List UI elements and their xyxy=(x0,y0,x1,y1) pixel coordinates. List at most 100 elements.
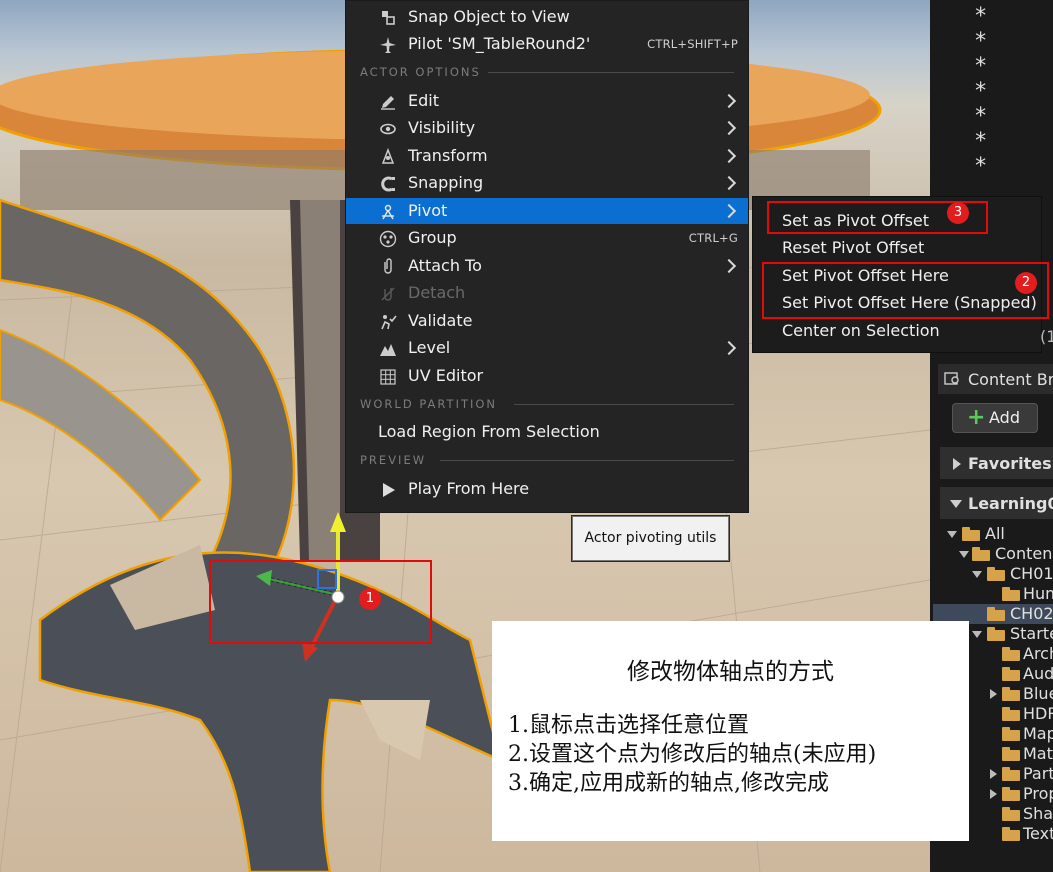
tooltip: Actor pivoting utils xyxy=(571,515,730,562)
dirty-marker: * xyxy=(974,79,988,104)
tree-item-label: Prop xyxy=(1023,784,1053,803)
tree-item[interactable]: Hum xyxy=(940,584,1053,604)
snap-icon xyxy=(382,11,395,25)
menu-item-label: Transform xyxy=(408,146,488,165)
menu-item-uv-editor[interactable]: UV Editor xyxy=(346,363,748,389)
tree-item-label: Sha xyxy=(1023,804,1053,823)
menu-item-play-from-here[interactable]: Play From Here xyxy=(346,476,748,502)
add-label: Add xyxy=(989,408,1020,427)
dirty-marker: * xyxy=(974,104,988,129)
tree-item-label: Aud xyxy=(1023,664,1053,683)
menu-item-visibility[interactable]: Visibility xyxy=(346,115,748,141)
tree-item-label: Text xyxy=(1023,824,1053,843)
favorites-label: Favorites xyxy=(968,454,1052,473)
project-section[interactable]: Learning00 xyxy=(940,487,1053,519)
menu-item-pilot[interactable]: Pilot 'SM_TableRound2' CTRL+SHIFT+P xyxy=(346,31,748,57)
folder-icon xyxy=(1002,707,1020,721)
dirty-marker: * xyxy=(974,29,988,54)
menu-item-label: Play From Here xyxy=(408,479,530,498)
attach-icon xyxy=(384,258,392,274)
tree-item-label: Part xyxy=(1023,764,1053,783)
shortcut-label: CTRL+G xyxy=(688,231,738,245)
folder-icon xyxy=(1002,667,1020,681)
tree-item[interactable]: Conten xyxy=(940,544,1053,564)
menu-item-snap-object-to-view[interactable]: Snap Object to View xyxy=(346,4,748,30)
add-button[interactable]: + Add xyxy=(952,403,1038,433)
tree-item-label: Starte xyxy=(1010,624,1053,643)
tree-item-label: Arch xyxy=(1023,644,1053,663)
favorites-section[interactable]: Favorites xyxy=(940,447,1053,479)
eye-icon xyxy=(380,123,396,135)
folder-icon xyxy=(972,547,990,561)
menu-item-label: Attach To xyxy=(408,256,482,275)
tree-item[interactable]: All xyxy=(940,524,1053,544)
chevron-down-icon xyxy=(947,531,957,538)
detach-icon xyxy=(381,287,395,301)
submenu-item-center-on-selection[interactable]: Center on Selection xyxy=(782,321,940,340)
content-browser-icon xyxy=(944,372,959,385)
chevron-right-icon xyxy=(990,769,997,779)
pencil-icon xyxy=(381,96,395,110)
menu-item-load-region[interactable]: Load Region From Selection xyxy=(346,419,748,445)
divider xyxy=(440,460,734,461)
chevron-right-icon xyxy=(721,175,737,191)
annotation-badge-1: 1 xyxy=(359,588,381,610)
menu-item-snapping[interactable]: Snapping xyxy=(346,170,748,196)
chevron-right-icon xyxy=(721,203,737,219)
content-browser-tab[interactable]: Content Br xyxy=(938,364,1053,394)
menu-item-label: Pilot 'SM_TableRound2' xyxy=(408,34,591,53)
uv-grid-icon xyxy=(380,369,396,385)
pilot-icon xyxy=(380,37,396,53)
folder-icon xyxy=(1002,787,1020,801)
menu-item-pivot[interactable]: Pivot xyxy=(346,198,748,224)
menu-item-attach-to[interactable]: Attach To xyxy=(346,253,748,279)
menu-item-edit[interactable]: Edit xyxy=(346,88,748,114)
menu-item-group[interactable]: Group CTRL+G xyxy=(346,225,748,251)
note-step: 1.鼠标点击选择任意位置 xyxy=(508,713,749,738)
folder-icon xyxy=(1002,647,1020,661)
tree-item-label: CH01 xyxy=(1010,564,1053,583)
section-header-actor-options: ACTOR OPTIONS xyxy=(360,65,481,79)
plus-icon: + xyxy=(967,405,986,430)
annotation-box-set-pivot-here xyxy=(762,262,1049,319)
folder-icon xyxy=(1002,767,1020,781)
chevron-right-icon xyxy=(953,458,961,470)
shortcut-label: CTRL+SHIFT+P xyxy=(647,37,738,51)
submenu-item-reset-pivot-offset[interactable]: Reset Pivot Offset xyxy=(782,238,924,257)
divider xyxy=(514,404,734,405)
chevron-down-icon xyxy=(950,500,962,508)
folder-icon xyxy=(1002,827,1020,841)
menu-item-label: UV Editor xyxy=(408,366,484,385)
tree-item-label: All xyxy=(985,524,1005,543)
menu-item-label: Validate xyxy=(408,311,473,330)
menu-item-label: Load Region From Selection xyxy=(378,422,600,441)
menu-item-label: Snapping xyxy=(408,173,484,192)
divider xyxy=(488,72,734,73)
folder-icon xyxy=(987,567,1005,581)
menu-item-validate[interactable]: Validate xyxy=(346,308,748,334)
menu-item-transform[interactable]: Transform xyxy=(346,143,748,169)
chevron-right-icon xyxy=(721,148,737,164)
dirty-marker: * xyxy=(974,129,988,154)
play-icon xyxy=(383,483,395,497)
folder-icon xyxy=(1002,687,1020,701)
menu-item-label: Group xyxy=(408,228,457,247)
folder-icon xyxy=(987,627,1005,641)
folder-icon xyxy=(1002,587,1020,601)
panel-overflow-text: (1 xyxy=(1040,327,1053,346)
annotation-badge-2: 2 xyxy=(1015,272,1037,294)
section-header-preview: PREVIEW xyxy=(360,453,427,467)
menu-item-detach: Detach xyxy=(346,280,748,306)
folder-icon xyxy=(1002,727,1020,741)
tree-item[interactable]: CH01 xyxy=(940,564,1053,584)
tree-item-label: Hum xyxy=(1023,584,1053,603)
section-header-world-partition: WORLD PARTITION xyxy=(360,397,498,411)
chevron-right-icon xyxy=(990,789,997,799)
tree-item-label: Blue xyxy=(1023,684,1053,703)
dirty-marker: * xyxy=(974,4,988,29)
group-icon xyxy=(379,230,397,248)
annotation-box-gizmo xyxy=(209,560,432,644)
menu-item-level[interactable]: Level xyxy=(346,335,748,361)
magnet-icon xyxy=(381,176,395,192)
dirty-marker: * xyxy=(974,54,988,79)
